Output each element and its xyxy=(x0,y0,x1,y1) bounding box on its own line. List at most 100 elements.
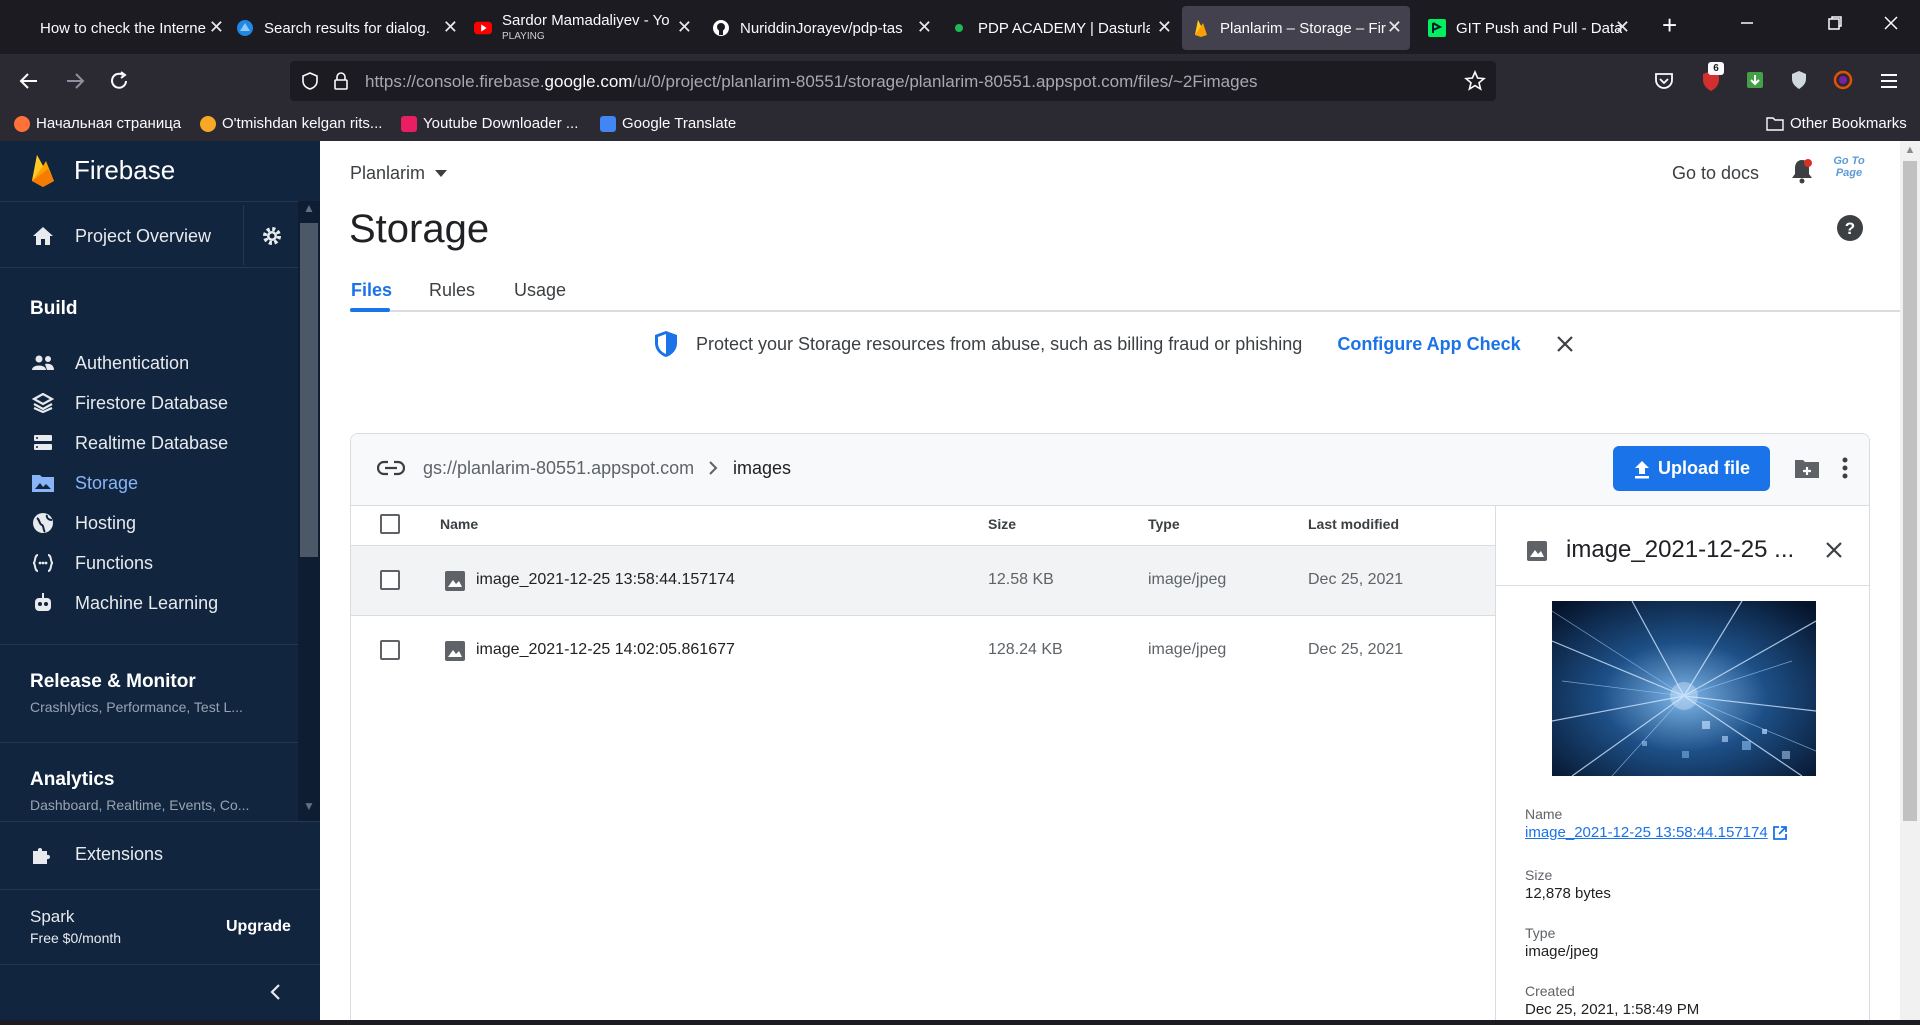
tab-rules[interactable]: Rules xyxy=(429,280,475,301)
scrollbar-thumb[interactable] xyxy=(1903,161,1917,821)
collapse-sidebar-icon[interactable] xyxy=(268,982,282,1002)
scrollbar-thumb[interactable] xyxy=(300,223,318,557)
account-avatar[interactable]: Go To Page xyxy=(1825,155,1873,189)
browser-tab[interactable]: Sardor Mamadaliyev - Yo PLAYING ✕ xyxy=(474,6,700,50)
upgrade-button[interactable]: Upgrade xyxy=(226,918,291,936)
browser-tab-active[interactable]: Planlarim – Storage – Fir ✕ xyxy=(1182,6,1410,50)
browser-tab[interactable]: NuriddinJorayev/pdp-tas ✕ xyxy=(712,6,940,50)
new-tab-icon[interactable]: + xyxy=(1662,12,1677,38)
sidebar-item-realtime-database[interactable]: Realtime Database xyxy=(30,432,228,454)
lock-icon[interactable] xyxy=(332,71,350,91)
sidebar-item-authentication[interactable]: Authentication xyxy=(30,352,189,374)
tab-files[interactable]: Files xyxy=(351,280,392,301)
firebase-brand[interactable]: Firebase xyxy=(30,153,175,187)
details-name-label: Name xyxy=(1525,806,1563,822)
minimize-icon[interactable] xyxy=(1738,14,1756,32)
dismiss-banner-icon[interactable] xyxy=(1556,335,1574,353)
details-name-value[interactable]: image_2021-12-25 13:58:44.157174 xyxy=(1525,824,1768,841)
address-bar[interactable]: https://console.firebase.google.com/u/0/… xyxy=(290,61,1496,101)
color-extension-icon[interactable] xyxy=(1832,69,1854,91)
sidebar-item-hosting[interactable]: Hosting xyxy=(30,512,136,534)
plan-price: Free $0/month xyxy=(30,930,122,946)
close-tab-icon[interactable]: ✕ xyxy=(1157,18,1172,36)
table-row[interactable]: image_2021-12-25 13:58:44.157174 12.58 K… xyxy=(351,546,1496,616)
details-name-link[interactable]: image_2021-12-25 13:58:44.157174 xyxy=(1525,824,1788,841)
plan-name: Spark xyxy=(30,907,75,926)
privacy-extension-icon[interactable] xyxy=(1788,69,1810,91)
sidebar-section-release-monitor[interactable]: Release & Monitor Crashlytics, Performan… xyxy=(30,671,243,715)
bookmark-item[interactable]: Youtube Downloader ... xyxy=(401,115,578,132)
more-options-icon[interactable] xyxy=(1842,457,1848,479)
download-extension-icon[interactable] xyxy=(1744,69,1766,91)
create-folder-icon[interactable] xyxy=(1794,458,1820,480)
reload-icon[interactable] xyxy=(108,70,130,92)
browser-tab[interactable]: Search results for dialog. ✕ xyxy=(236,6,466,50)
configure-app-check-link[interactable]: Configure App Check xyxy=(1337,334,1520,355)
page-scrollbar[interactable]: ▲ xyxy=(1900,141,1920,1020)
close-tab-icon[interactable]: ✕ xyxy=(677,18,692,36)
notifications-bell-icon[interactable] xyxy=(1790,158,1814,184)
section-title: Release & Monitor xyxy=(30,671,196,692)
bookmark-item[interactable]: Google Translate xyxy=(600,115,736,132)
back-icon[interactable] xyxy=(18,70,40,92)
breadcrumb-bucket[interactable]: gs://planlarim-80551.appspot.com xyxy=(423,458,694,479)
row-checkbox[interactable] xyxy=(380,570,400,590)
window-bottom-edge xyxy=(0,1020,1920,1025)
browser-tab[interactable]: GIT Push and Pull - DataC ✕ xyxy=(1418,6,1638,50)
close-details-icon[interactable] xyxy=(1825,541,1843,559)
bookmark-item[interactable]: O'tmishdan kelgan rits... xyxy=(200,115,382,132)
help-icon[interactable]: ? xyxy=(1836,214,1864,242)
close-tab-icon[interactable]: ✕ xyxy=(1387,18,1402,36)
tracking-shield-icon[interactable] xyxy=(300,71,320,91)
image-file-icon xyxy=(444,570,466,592)
column-header-last-modified[interactable]: Last modified xyxy=(1308,516,1399,532)
sidebar-item-label: Hosting xyxy=(75,512,137,533)
settings-gear-icon[interactable] xyxy=(260,224,284,248)
scroll-up-icon[interactable]: ▲ xyxy=(302,201,316,219)
close-tab-icon[interactable]: ✕ xyxy=(209,18,224,36)
scroll-up-icon[interactable]: ▲ xyxy=(1904,144,1916,158)
close-tab-icon[interactable]: ✕ xyxy=(1615,18,1630,36)
file-name[interactable]: image_2021-12-25 13:58:44.157174 xyxy=(476,571,735,589)
tab-usage[interactable]: Usage xyxy=(514,280,566,301)
project-selector[interactable]: Planlarim xyxy=(350,163,448,184)
close-tab-icon[interactable]: ✕ xyxy=(917,18,932,36)
upload-file-button[interactable]: Upload file xyxy=(1613,446,1770,491)
sidebar-item-storage[interactable]: Storage xyxy=(30,472,138,494)
pocket-icon[interactable] xyxy=(1653,70,1675,92)
sidebar-item-extensions[interactable]: Extensions xyxy=(30,843,163,865)
forward-icon[interactable] xyxy=(64,70,86,92)
table-row[interactable]: image_2021-12-25 14:02:05.861677 128.24 … xyxy=(351,617,1496,687)
file-size: 128.24 KB xyxy=(988,641,1063,658)
bookmark-star-icon[interactable] xyxy=(1464,70,1486,92)
scroll-down-icon[interactable]: ▼ xyxy=(302,799,316,817)
column-header-size[interactable]: Size xyxy=(988,516,1016,532)
close-window-icon[interactable] xyxy=(1882,14,1900,32)
column-header-name[interactable]: Name xyxy=(440,516,478,532)
sidebar-item-firestore[interactable]: Firestore Database xyxy=(30,392,228,414)
sidebar-item-machine-learning[interactable]: Machine Learning xyxy=(30,592,218,614)
file-name[interactable]: image_2021-12-25 14:02:05.861677 xyxy=(476,641,735,659)
bookmark-item[interactable]: Начальная страница xyxy=(14,115,181,132)
go-to-docs-link[interactable]: Go to docs xyxy=(1672,163,1759,184)
column-header-type[interactable]: Type xyxy=(1148,516,1180,532)
sidebar-item-project-overview[interactable]: Project Overview xyxy=(30,225,211,247)
select-all-checkbox[interactable] xyxy=(380,514,400,534)
row-checkbox[interactable] xyxy=(380,640,400,660)
chevron-right-icon xyxy=(708,460,718,476)
close-tab-icon[interactable]: ✕ xyxy=(443,18,458,36)
sidebar-scrollbar[interactable]: ▲ ▼ xyxy=(298,201,320,821)
divider xyxy=(0,267,298,268)
other-bookmarks[interactable]: Other Bookmarks xyxy=(1766,115,1907,132)
app-check-banner: Protect your Storage resources from abus… xyxy=(653,330,1574,358)
details-type-value: image/jpeg xyxy=(1525,943,1599,960)
sidebar-item-functions[interactable]: Functions xyxy=(30,552,153,574)
restore-icon[interactable] xyxy=(1826,14,1844,32)
copy-link-icon[interactable] xyxy=(377,460,405,476)
image-preview[interactable] xyxy=(1552,601,1816,776)
open-in-new-icon[interactable] xyxy=(1772,825,1788,841)
browser-tab[interactable]: PDP ACADEMY | Dasturla ✕ xyxy=(950,6,1180,50)
browser-tab[interactable]: How to check the Interne ✕ xyxy=(12,6,232,50)
menu-icon[interactable] xyxy=(1878,70,1900,92)
sidebar-section-analytics[interactable]: Analytics Dashboard, Realtime, Events, C… xyxy=(30,769,249,813)
